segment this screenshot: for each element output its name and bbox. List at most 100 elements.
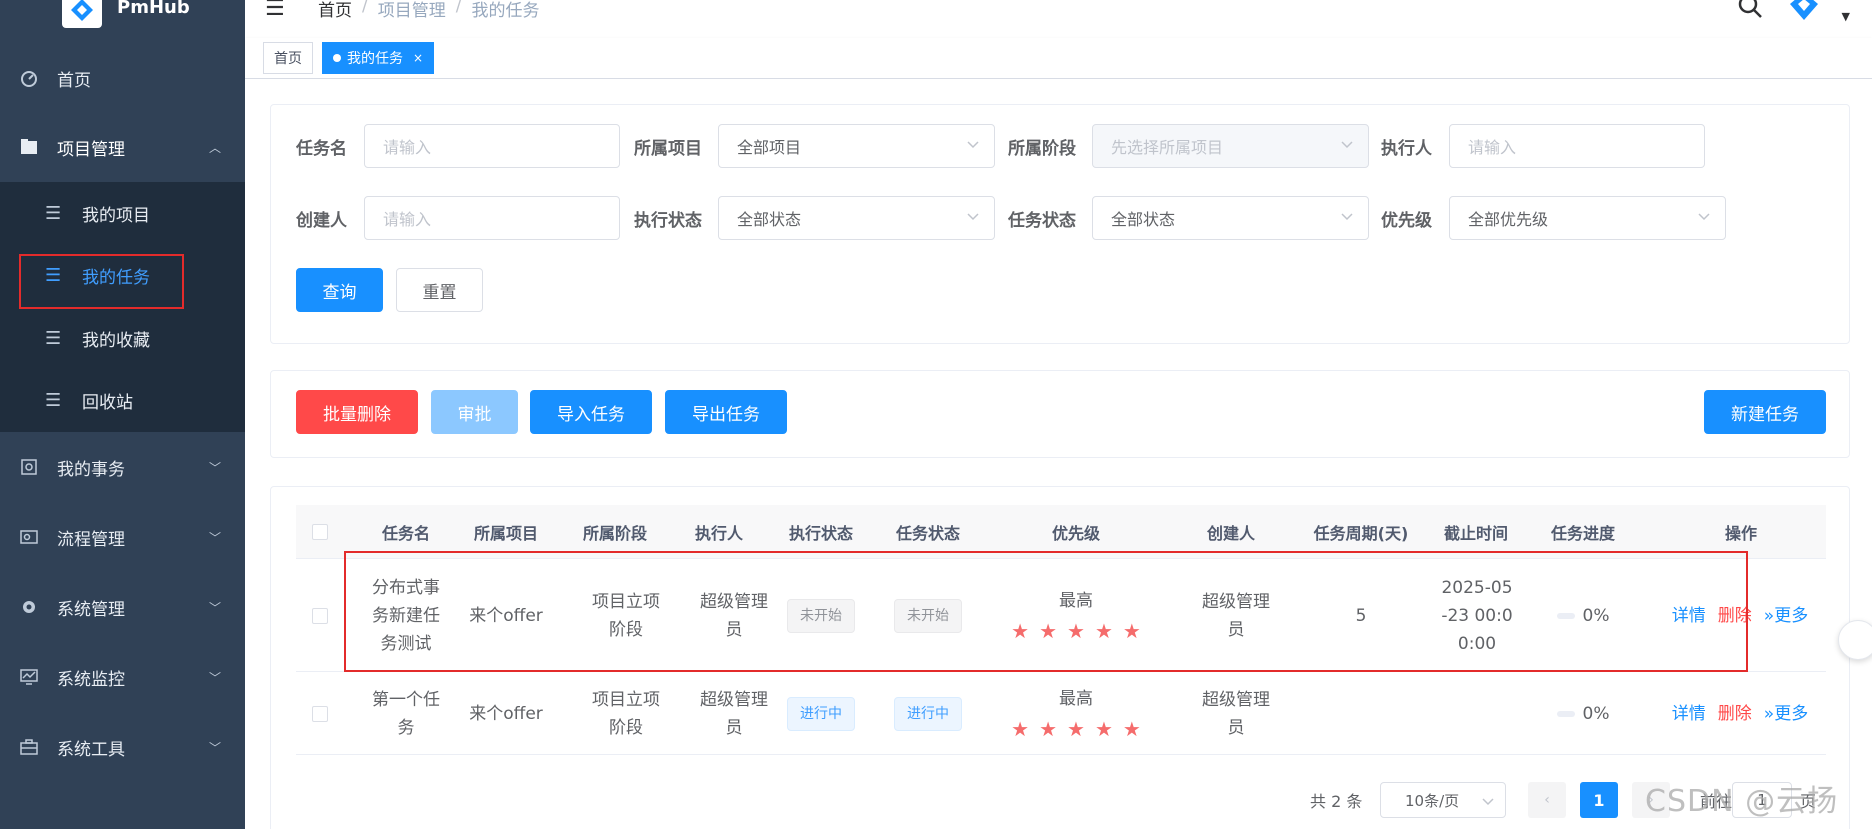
exec-status-label: 执行状态 [634, 211, 702, 231]
project-select-value: 全部项目 [737, 138, 802, 157]
new-task-button[interactable]: 新建任务 [1704, 390, 1826, 434]
priority-rating: ★ ★ ★ ★ ★ [1011, 715, 1141, 743]
creator-cell: 超级管理员 [1202, 689, 1270, 738]
chevron-down-icon: ﹀ [208, 740, 221, 755]
delete-link[interactable]: 删除 [1718, 700, 1752, 728]
pmhub-logo-icon[interactable] [1786, 0, 1822, 22]
annotation-highlight-box [19, 254, 184, 309]
query-button[interactable]: 查询 [296, 268, 383, 312]
page-size-select[interactable]: 10条/页 [1380, 782, 1506, 818]
exec-status-badge: 进行中 [787, 696, 855, 731]
sidebar-item-flow-management[interactable]: 流程管理 ﹀ [0, 507, 245, 567]
priority-select-value: 全部优先级 [1468, 210, 1549, 229]
row-checkbox[interactable] [312, 608, 328, 624]
sidebar-item-project-management[interactable]: 项目管理 ︿ [0, 117, 245, 177]
close-icon[interactable]: × [413, 51, 423, 65]
sidebar-item-recycle-bin[interactable]: ☰ 回收站 [0, 371, 245, 429]
breadcrumb-project-management[interactable]: 项目管理 [378, 0, 446, 21]
stage-select-placeholder: 先选择所属项目 [1111, 138, 1224, 157]
project-cell: 来个offer [469, 703, 543, 724]
stage-select: 先选择所属项目 [1092, 124, 1369, 168]
prev-page-button[interactable]: ‹ [1528, 782, 1566, 818]
sidebar-item-system-monitor[interactable]: 系统监控 ﹀ [0, 647, 245, 707]
search-icon[interactable] [1736, 0, 1764, 20]
logo: PmHub [0, 0, 245, 28]
more-link[interactable]: »更多 [1764, 602, 1808, 630]
progress-text: 0% [1582, 703, 1610, 724]
chevron-down-icon: ﹀ [208, 530, 221, 545]
tags-view: 首页 我的任务 × [245, 38, 1872, 79]
list-icon: ☰ [45, 327, 62, 349]
sidebar-item-my-favorites[interactable]: ☰ 我的收藏 [0, 309, 245, 367]
list-icon: ☰ [45, 389, 62, 411]
breadcrumb: 首页 / 项目管理 / 我的任务 [318, 0, 539, 21]
task-progress: 0% [1556, 700, 1610, 728]
chevron-down-icon [1341, 141, 1353, 149]
hamburger-icon[interactable]: ☰ [265, 0, 285, 21]
table-row: 第一个任务 来个offer 项目立项阶段 超级管理员 进行中 进行中 最高 ★ ★… [296, 672, 1826, 755]
chevron-down-icon: ﹀ [208, 670, 221, 685]
executor-cell: 超级管理员 [700, 689, 768, 738]
sidebar-item-system-management[interactable]: 系统管理 ﹀ [0, 577, 245, 637]
chevron-down-icon: ﹀ [208, 600, 221, 615]
task-name-input[interactable]: 请输入 [364, 124, 620, 168]
watermark: CSDN @云扬 [1645, 784, 1839, 819]
sidebar-item-my-projects[interactable]: ☰ 我的项目 [0, 184, 245, 242]
more-label: 更多 [1774, 703, 1809, 724]
chevron-up-icon: ︿ [208, 140, 221, 155]
page-number-current[interactable]: 1 [1580, 782, 1618, 818]
detail-link[interactable]: 详情 [1672, 700, 1706, 728]
batch-delete-button[interactable]: 批量删除 [296, 390, 418, 434]
star-icon: ★ [1039, 716, 1058, 741]
sidebar-item-my-affairs[interactable]: 我的事务 ﹀ [0, 437, 245, 497]
chevron-down-icon [1698, 213, 1710, 221]
executor-label: 执行人 [1381, 139, 1432, 159]
sidebar-item-label: 系统管理 [57, 599, 125, 620]
sidebar-item-system-tools[interactable]: 系统工具 ﹀ [0, 717, 245, 777]
tag-label: 首页 [274, 51, 302, 67]
task-status-select[interactable]: 全部状态 [1092, 196, 1369, 240]
import-tasks-button[interactable]: 导入任务 [530, 390, 652, 434]
breadcrumb-separator: / [362, 0, 368, 16]
tag-label: 我的任务 [347, 51, 403, 67]
sidebar-item-label: 回收站 [82, 392, 133, 413]
star-icon: ★ [1094, 716, 1113, 741]
tag-my-tasks[interactable]: 我的任务 × [322, 42, 435, 74]
select-all-checkbox[interactable] [312, 524, 328, 540]
chart-monitor-icon [20, 668, 38, 686]
task-name-cell[interactable]: 第一个任务 [366, 672, 446, 755]
executor-input[interactable]: 请输入 [1449, 124, 1705, 168]
caret-down-icon[interactable]: ▼ [1842, 10, 1850, 23]
creator-input[interactable]: 请输入 [364, 196, 620, 240]
more-link[interactable]: »更多 [1764, 700, 1808, 728]
project-select[interactable]: 全部项目 [718, 124, 995, 168]
exec-status-select[interactable]: 全部状态 [718, 196, 995, 240]
creator-label: 创建人 [296, 211, 347, 231]
chevron-down-icon [1482, 798, 1494, 806]
list-icon: ☰ [45, 202, 62, 224]
breadcrumb-separator: / [455, 0, 462, 16]
reset-button[interactable]: 重置 [396, 268, 483, 312]
stage-cell: 项目立项阶段 [592, 689, 660, 738]
exec-status-select-value: 全部状态 [737, 210, 802, 229]
sidebar-item-home[interactable]: 首页 [0, 48, 245, 108]
export-tasks-button[interactable]: 导出任务 [665, 390, 787, 434]
priority-select[interactable]: 全部优先级 [1449, 196, 1726, 240]
page-size-value: 10条/页 [1405, 791, 1460, 810]
chevron-down-icon: ﹀ [208, 460, 221, 475]
breadcrumb-home[interactable]: 首页 [318, 0, 352, 21]
sidebar-item-label: 我的收藏 [82, 330, 150, 351]
deadline-cell [1439, 672, 1515, 755]
task-status-badge: 进行中 [894, 696, 962, 731]
floating-assistant-avatar[interactable] [1838, 620, 1872, 660]
sidebar-item-label: 我的事务 [57, 459, 125, 480]
sidebar: PmHub 首页 项目管理 ︿ ☰ 我的项目 ☰ 我的任务 ☰ 我的收藏 ☰ 回… [0, 0, 245, 829]
tag-home[interactable]: 首页 [263, 42, 313, 74]
chevron-left-icon: ‹ [1544, 792, 1550, 808]
toolbox-icon [20, 738, 38, 756]
stage-label: 所属阶段 [1008, 139, 1076, 159]
annotation-highlight-box [344, 551, 1748, 672]
row-checkbox[interactable] [312, 705, 328, 722]
star-icon: ★ [1011, 716, 1030, 741]
star-icon: ★ [1122, 716, 1141, 741]
